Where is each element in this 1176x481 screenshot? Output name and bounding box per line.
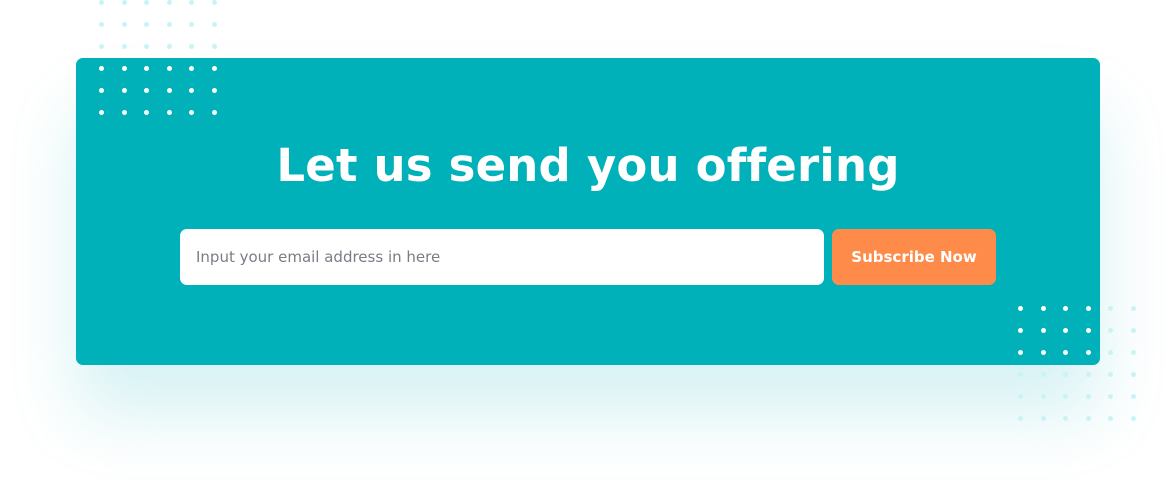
dot (1040, 350, 1046, 355)
dot (1018, 394, 1023, 399)
dot (121, 0, 127, 5)
dot (1108, 350, 1114, 355)
dot-pattern-top-left (99, 0, 217, 115)
dot (1063, 328, 1069, 333)
dot (121, 22, 127, 27)
dot (1018, 328, 1023, 333)
dot (1108, 306, 1114, 311)
dot (1018, 306, 1023, 311)
dot (211, 44, 217, 49)
dot (1040, 372, 1046, 377)
dot (144, 66, 150, 71)
dot (211, 110, 217, 115)
dot (121, 88, 127, 93)
dot (211, 66, 217, 71)
dot (99, 22, 104, 27)
dot (1040, 328, 1046, 333)
dot (1085, 350, 1091, 355)
dot (1085, 306, 1091, 311)
dot (144, 88, 150, 93)
dot (1085, 372, 1091, 377)
dot (1040, 306, 1046, 311)
dot (144, 110, 150, 115)
dot (1018, 372, 1023, 377)
dot (99, 44, 104, 49)
subscribe-button[interactable]: Subscribe Now (832, 229, 996, 285)
dot (166, 66, 172, 71)
dot (1108, 372, 1114, 377)
dot (1130, 306, 1136, 311)
dot (1130, 350, 1136, 355)
dot (1063, 306, 1069, 311)
dot (144, 44, 150, 49)
dot (1063, 350, 1069, 355)
dot (1130, 416, 1136, 421)
dot (1085, 416, 1091, 421)
dot (211, 88, 217, 93)
dot (99, 66, 104, 71)
dot (1130, 372, 1136, 377)
dot (1108, 328, 1114, 333)
email-input[interactable] (180, 229, 824, 285)
dot (121, 110, 127, 115)
dot (166, 22, 172, 27)
dot (189, 22, 195, 27)
dot (121, 66, 127, 71)
dot (1108, 394, 1114, 399)
dot (99, 0, 104, 5)
dot (144, 22, 150, 27)
dot (189, 88, 195, 93)
dot (189, 66, 195, 71)
dot (211, 22, 217, 27)
dot (1040, 416, 1046, 421)
dot (166, 110, 172, 115)
dot (1063, 372, 1069, 377)
dot-pattern-bottom-right (1018, 306, 1136, 421)
dot (166, 88, 172, 93)
dot (166, 0, 172, 5)
dot (166, 44, 172, 49)
dot (1063, 416, 1069, 421)
dot (121, 44, 127, 49)
banner-headline: Let us send you offering (276, 139, 900, 192)
dot (189, 44, 195, 49)
dot (1085, 328, 1091, 333)
dot (1063, 394, 1069, 399)
dot (1130, 328, 1136, 333)
dot (1018, 350, 1023, 355)
dot (1108, 416, 1114, 421)
dot (189, 110, 195, 115)
dot (189, 0, 195, 5)
dot (211, 0, 217, 5)
newsletter-banner: Let us send you offering Subscribe Now (76, 58, 1100, 365)
dot (1130, 394, 1136, 399)
dot (1018, 416, 1023, 421)
dot (99, 110, 104, 115)
dot (1040, 394, 1046, 399)
dot (99, 88, 104, 93)
dot (144, 0, 150, 5)
dot (1085, 394, 1091, 399)
